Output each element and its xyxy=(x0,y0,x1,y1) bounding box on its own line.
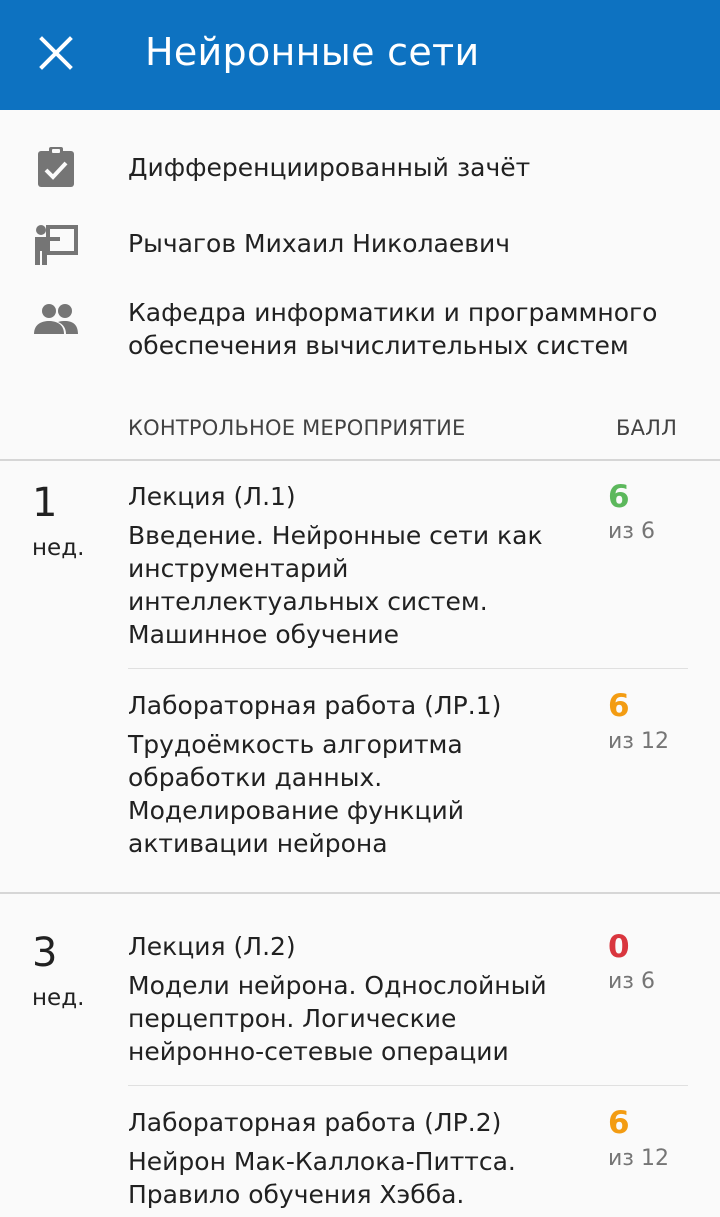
event-type: Лабораторная работа (ЛР.2) xyxy=(128,1108,502,1137)
week-number: 3 xyxy=(32,930,58,976)
department-row: Кафедра информатики и программного обесп… xyxy=(0,296,720,366)
app-bar: Нейронные сети xyxy=(0,0,720,110)
item-divider xyxy=(128,1085,688,1086)
clipboard-check-icon xyxy=(32,145,80,193)
teacher-icon xyxy=(32,221,80,269)
event-topic: Введение. Нейронные сети как инструмента… xyxy=(128,521,543,649)
week-label: нед. xyxy=(32,985,85,1011)
event-type: Лекция (Л.2) xyxy=(128,932,296,961)
teacher-name: Рычагов Михаил Николаевич xyxy=(128,229,510,258)
score-max: из 12 xyxy=(608,729,669,754)
close-icon[interactable] xyxy=(36,33,76,73)
event-topic: Модели нейрона. Однослойный перцептрон. … xyxy=(128,971,547,1066)
page-title: Нейронные сети xyxy=(145,30,480,74)
score-value: 6 xyxy=(608,479,630,515)
event-topic: Трудоёмкость алгоритма обработки данных.… xyxy=(128,730,465,858)
score-value: 6 xyxy=(608,1105,630,1141)
exam-type-row: Дифференциированный зачёт xyxy=(0,145,720,193)
item-divider xyxy=(128,668,688,669)
score-max: из 12 xyxy=(608,1146,669,1171)
score-max: из 6 xyxy=(608,519,655,544)
header-divider xyxy=(0,459,720,461)
score-value: 6 xyxy=(608,688,630,724)
week-label: нед. xyxy=(32,535,85,561)
column-header-event: КОНТРОЛЬНОЕ МЕРОПРИЯТИЕ xyxy=(128,416,466,440)
teacher-row: Рычагов Михаил Николаевич xyxy=(0,221,720,269)
week-divider xyxy=(0,892,720,894)
score-value: 0 xyxy=(608,929,630,965)
event-type: Лабораторная работа (ЛР.1) xyxy=(128,691,502,720)
column-header-score: БАЛЛ xyxy=(616,416,678,440)
event-topic: Нейрон Мак-Каллока-Питтса. Правило обуче… xyxy=(128,1147,516,1209)
week-number: 1 xyxy=(32,480,58,526)
event-type: Лекция (Л.1) xyxy=(128,482,296,511)
department-text: Кафедра информатики и программного обесп… xyxy=(128,298,658,360)
table-header: КОНТРОЛЬНОЕ МЕРОПРИЯТИЕ БАЛЛ xyxy=(0,412,720,448)
group-icon xyxy=(32,296,80,344)
exam-type-text: Дифференциированный зачёт xyxy=(128,153,531,182)
score-max: из 6 xyxy=(608,969,655,994)
